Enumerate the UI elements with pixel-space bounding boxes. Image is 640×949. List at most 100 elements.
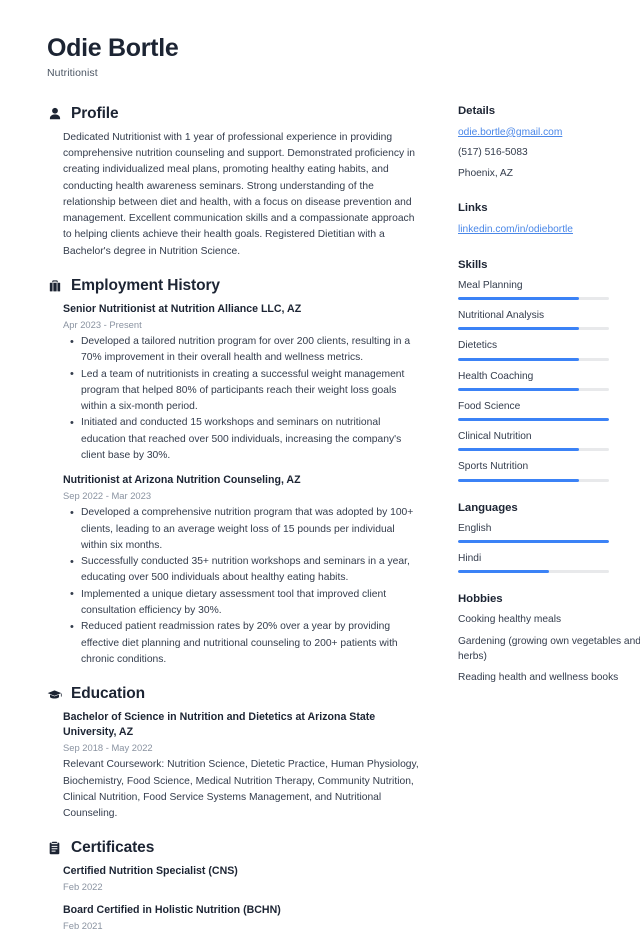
skill-label: Clinical Nutrition <box>458 431 532 443</box>
section-certificates-header: Certificates <box>47 839 420 857</box>
skill-level-fill <box>458 418 609 422</box>
skill-row: Sports Nutrition <box>458 460 640 482</box>
section-employment: Employment History Senior Nutritionist a… <box>47 277 420 668</box>
skill-level-fill <box>458 327 579 331</box>
hobby-item: Gardening (growing own vegetables and he… <box>458 635 640 662</box>
section-education-body: Bachelor of Science in Nutrition and Die… <box>47 710 420 822</box>
hobby-item: Cooking healthy meals <box>458 614 562 626</box>
sidebar-block-links: Links linkedin.com/in/odiebortle <box>458 202 640 239</box>
employment-entry-title: Senior Nutritionist at Nutrition Allianc… <box>63 302 302 315</box>
skill-level-track <box>458 478 609 482</box>
section-profile: Profile Dedicated Nutritionist with 1 ye… <box>47 105 420 260</box>
list-item: Reduced patient readmission rates by 20%… <box>70 619 420 668</box>
skill-level-track <box>458 297 609 301</box>
section-certificates: Certificates Certified Nutrition Special… <box>47 839 420 931</box>
section-certificates-title: Certificates <box>71 839 155 857</box>
skill-label: Food Science <box>458 400 521 412</box>
candidate-job-title: Nutritionist <box>47 66 98 79</box>
hobby-item: Reading health and wellness books <box>458 672 619 684</box>
clipboard-icon <box>47 841 62 856</box>
skill-level-fill <box>458 478 579 482</box>
skill-level-fill <box>458 448 579 452</box>
skill-label: Meal Planning <box>458 279 523 291</box>
section-profile-title: Profile <box>71 104 119 122</box>
skill-level-track <box>458 387 609 391</box>
sidebar-skills-title: Skills <box>458 258 488 271</box>
sidebar-column: Details odie.bortle@gmail.com (517) 516-… <box>458 105 640 706</box>
linkedin-link[interactable]: linkedin.com/in/odiebortle <box>458 222 640 239</box>
skill-label: Nutritional Analysis <box>458 310 545 322</box>
employment-entry-date: Apr 2023 - Present <box>63 318 142 330</box>
section-education: Education Bachelor of Science in Nutriti… <box>47 685 420 822</box>
main-column: Profile Dedicated Nutritionist with 1 ye… <box>47 105 420 949</box>
skill-level-fill <box>458 387 579 391</box>
education-entry-title: Bachelor of Science in Nutrition and Die… <box>63 711 376 739</box>
skill-row: Clinical Nutrition <box>458 430 640 452</box>
sidebar-languages-title: Languages <box>458 501 518 514</box>
skill-label: Health Coaching <box>458 370 534 382</box>
language-level-track <box>458 570 609 574</box>
sidebar-block-details: Details odie.bortle@gmail.com (517) 516-… <box>458 105 640 183</box>
section-education-header: Education <box>47 685 420 703</box>
list-item: Successfully conducted 35+ nutrition wor… <box>70 554 420 587</box>
skill-row: Food Science <box>458 400 640 422</box>
resume-columns: Profile Dedicated Nutritionist with 1 ye… <box>47 105 640 949</box>
section-certificates-body: Certified Nutrition Specialist (CNS) Feb… <box>47 864 420 931</box>
skill-level-fill <box>458 357 579 361</box>
employment-entry-bullets: Developed a comprehensive nutrition prog… <box>63 505 420 668</box>
language-row: English <box>458 522 640 543</box>
skill-level-track <box>458 418 609 422</box>
email-link[interactable]: odie.bortle@gmail.com <box>458 125 640 142</box>
employment-entry: Nutritionist at Arizona Nutrition Counse… <box>63 473 420 668</box>
skill-label: Sports Nutrition <box>458 461 529 473</box>
sidebar-details-title: Details <box>458 104 496 117</box>
skill-row: Meal Planning <box>458 279 640 301</box>
language-row: Hindi <box>458 552 640 574</box>
education-entry-date: Sep 2018 - May 2022 <box>63 742 153 754</box>
list-item: Developed a comprehensive nutrition prog… <box>70 505 420 554</box>
employment-entry-bullets: Developed a tailored nutrition program f… <box>63 334 420 464</box>
skill-level-fill <box>458 297 579 301</box>
skill-row: Nutritional Analysis <box>458 309 640 331</box>
sidebar-block-hobbies: Hobbies Cooking healthy meals Gardening … <box>458 593 640 686</box>
language-level-fill <box>458 570 549 574</box>
list-item: Implemented a unique dietary assessment … <box>70 586 420 620</box>
section-employment-title: Employment History <box>71 276 220 294</box>
certificate-entry-date: Feb 2021 <box>63 919 103 931</box>
language-level-track <box>458 539 609 543</box>
education-entry: Bachelor of Science in Nutrition and Die… <box>63 710 420 822</box>
skill-level-track <box>458 327 609 331</box>
profile-text: Dedicated Nutritionist with 1 year of pr… <box>63 131 416 257</box>
skill-level-track <box>458 357 609 361</box>
resume-page: Odie Bortle Nutritionist Profile Dedicat… <box>0 0 640 931</box>
resume-header: Odie Bortle Nutritionist <box>47 34 612 79</box>
list-item: Led a team of nutritionists in creating … <box>70 366 420 416</box>
section-profile-header: Profile <box>47 105 420 123</box>
phone-text: (517) 516-5083 <box>458 147 528 159</box>
language-label: English <box>458 522 492 534</box>
sidebar-block-skills: Skills Meal Planning Nutritional Analysi… <box>458 259 640 482</box>
user-icon <box>47 106 62 121</box>
certificate-entry: Board Certified in Holistic Nutrition (B… <box>63 903 420 932</box>
list-item: Initiated and conducted 15 workshops and… <box>70 415 420 464</box>
section-employment-body: Senior Nutritionist at Nutrition Allianc… <box>47 302 420 668</box>
language-level-fill <box>458 539 609 543</box>
education-entry-description: Relevant Coursework: Nutrition Science, … <box>63 759 419 820</box>
employment-entry: Senior Nutritionist at Nutrition Allianc… <box>63 302 420 464</box>
sidebar-block-languages: Languages English Hindi <box>458 502 640 574</box>
employment-entry-title: Nutritionist at Arizona Nutrition Counse… <box>63 474 301 487</box>
candidate-name: Odie Bortle <box>47 34 179 62</box>
sidebar-links-title: Links <box>458 202 488 215</box>
briefcase-icon <box>47 278 62 293</box>
graduation-cap-icon <box>47 687 62 702</box>
skill-row: Health Coaching <box>458 370 640 391</box>
skill-level-track <box>458 448 609 452</box>
language-label: Hindi <box>458 552 482 564</box>
section-employment-header: Employment History <box>47 277 420 295</box>
section-profile-body: Dedicated Nutritionist with 1 year of pr… <box>47 130 420 260</box>
location-text: Phoenix, AZ <box>458 167 513 179</box>
employment-entry-date: Sep 2022 - Mar 2023 <box>63 490 152 502</box>
skill-label: Dietetics <box>458 340 498 352</box>
sidebar-hobbies-title: Hobbies <box>458 593 503 606</box>
section-education-title: Education <box>71 685 146 703</box>
